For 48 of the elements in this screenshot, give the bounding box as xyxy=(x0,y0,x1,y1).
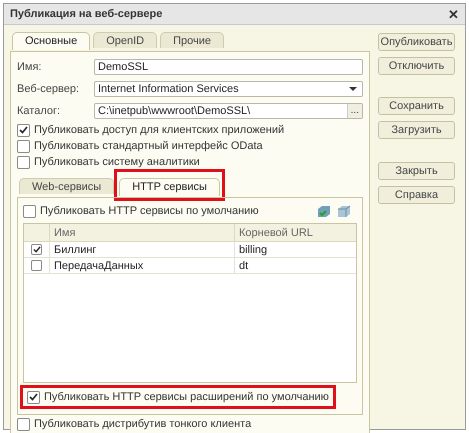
checkbox[interactable] xyxy=(31,260,42,271)
window-title: Публикация на веб-сервере xyxy=(10,6,162,22)
checkmark-icon xyxy=(32,246,40,253)
column-header: Корневой URL xyxy=(238,226,314,241)
uncheck-all-icon[interactable] xyxy=(337,204,351,218)
checkbox[interactable] xyxy=(17,156,30,168)
table-cell: ПередачаДанных xyxy=(50,258,235,273)
tab[interactable]: HTTP сервисы xyxy=(119,178,220,196)
field-label: Имя: xyxy=(17,60,42,75)
checkbox-label: Публиковать HTTP сервисы расширений по умолчанию xyxy=(44,390,329,405)
tab[interactable]: OpenID xyxy=(93,32,158,48)
field-value: C:\inetpub\wwwroot\DemoSSL\ xyxy=(97,104,252,119)
tab[interactable]: Прочие xyxy=(160,32,224,48)
dropdown-arrow-icon[interactable] xyxy=(348,86,358,92)
input-field[interactable]: DemoSSL xyxy=(94,59,363,75)
dialog-button[interactable]: Сохранить xyxy=(378,97,455,115)
checkbox-label: Публиковать доступ для клиентских приложений xyxy=(34,122,284,138)
column-header: Имя xyxy=(50,224,235,241)
checkbox[interactable] xyxy=(23,204,36,218)
checkmark-icon xyxy=(19,126,28,134)
table-cell: Биллинг xyxy=(50,242,235,257)
check-all-icon[interactable] xyxy=(317,204,331,218)
browse-button[interactable]: ... xyxy=(346,104,362,118)
close-button[interactable]: ✕ xyxy=(448,8,459,20)
table-cell-text: dt xyxy=(238,258,250,274)
checkbox[interactable] xyxy=(27,390,40,404)
checkbox-label: Публиковать систему аналитики xyxy=(34,154,200,170)
checkbox-label: Публиковать дистрибутив тонкого клиента xyxy=(34,416,252,432)
dialog-button[interactable]: Загрузить xyxy=(378,121,455,139)
tab[interactable]: Основные xyxy=(12,32,90,50)
table-cell-text: billing xyxy=(238,242,268,258)
checkmark-icon xyxy=(29,393,38,401)
checkbox[interactable] xyxy=(17,124,30,136)
dialog-button[interactable]: Закрыть xyxy=(378,162,455,180)
dialog-button[interactable]: Опубликовать xyxy=(378,33,455,51)
field-label: Каталог: xyxy=(17,104,62,119)
checkbox[interactable] xyxy=(31,244,42,255)
checkbox-label: Публиковать HTTP сервисы по умолчанию xyxy=(40,204,259,219)
dialog-button[interactable]: Отключить xyxy=(378,57,455,75)
checkbox-label: Публиковать стандартный интерфейс OData xyxy=(34,138,263,154)
field-value: Internet Information Services xyxy=(97,82,240,97)
dialog-button[interactable]: Справка xyxy=(378,186,455,204)
input-field[interactable]: Internet Information Services xyxy=(94,81,363,97)
field-label: Веб-сервер: xyxy=(17,82,80,97)
tab[interactable]: Web-сервисы xyxy=(19,178,114,194)
checkbox[interactable] xyxy=(17,418,30,430)
input-field[interactable]: C:\inetpub\wwwroot\DemoSSL\ ... xyxy=(94,103,363,119)
checkbox[interactable] xyxy=(17,140,30,152)
